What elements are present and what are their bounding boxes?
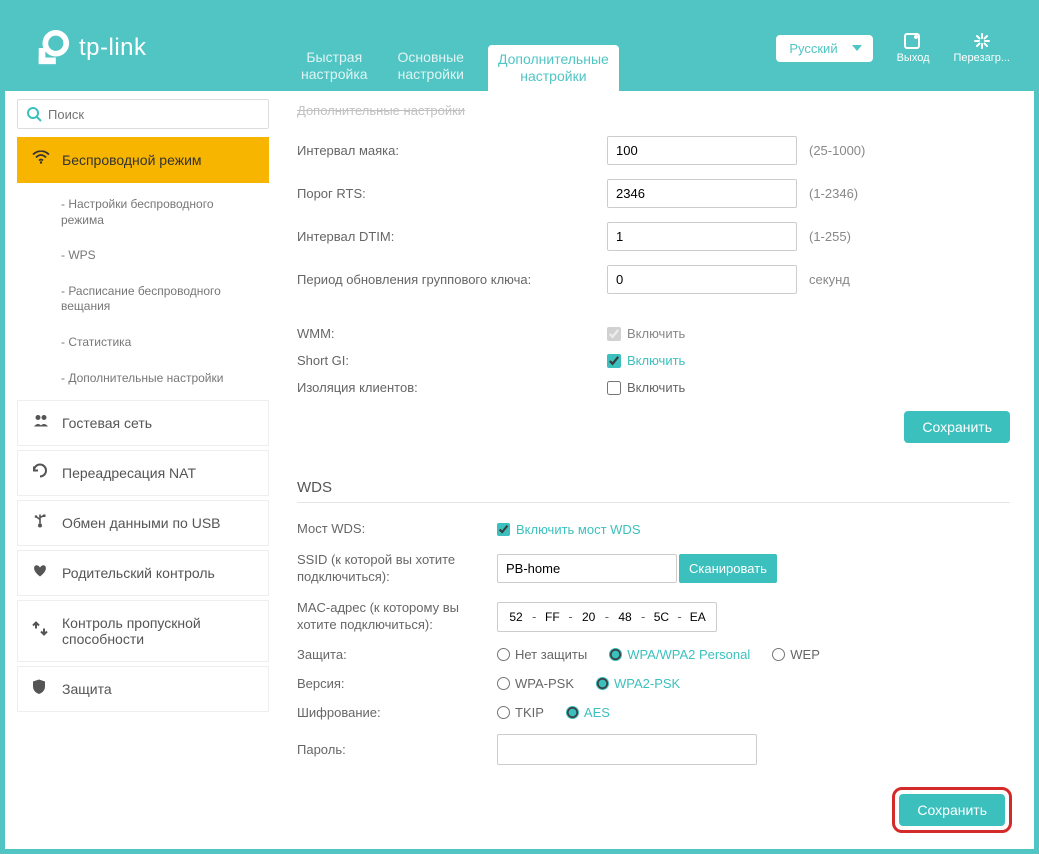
encryption-aes-radio[interactable]: AES <box>566 705 610 720</box>
main-tabs: Быстрая настройка Основные настройки Доп… <box>295 5 619 91</box>
mac-octet-4[interactable] <box>647 605 675 629</box>
brand-text: tp-link <box>79 34 147 62</box>
reboot-icon <box>972 32 992 50</box>
isolation-label: Изоляция клиентов: <box>297 380 607 395</box>
ssid-label: SSID (к которой вы хотите подключиться): <box>297 552 497 586</box>
ssid-input[interactable] <box>497 554 677 583</box>
dtim-label: Интервал DTIM: <box>297 229 607 244</box>
dtim-hint: (1-255) <box>809 229 851 244</box>
guest-icon <box>32 414 50 433</box>
tplink-logo-icon <box>33 29 71 67</box>
save-button-highlight: Сохранить <box>892 787 1012 833</box>
mac-octet-0[interactable] <box>502 605 530 629</box>
dtim-input[interactable] <box>607 222 797 251</box>
security-label: Защита: <box>297 647 497 662</box>
section-heading: Дополнительные настройки <box>297 103 1010 118</box>
logout-button[interactable]: Выход <box>897 32 930 64</box>
scan-button[interactable]: Сканировать <box>679 554 777 583</box>
encryption-tkip-radio[interactable]: TKIP <box>497 705 544 720</box>
brand-logo: tp-link <box>5 29 265 67</box>
wifi-icon <box>32 151 50 170</box>
rts-hint: (1-2346) <box>809 186 858 201</box>
tab-advanced[interactable]: Дополнительные настройки <box>488 45 619 91</box>
mac-octet-5[interactable] <box>684 605 712 629</box>
groupkey-hint: секунд <box>809 272 850 287</box>
password-input[interactable] <box>497 734 757 765</box>
sidebar-item-label: Обмен данными по USB <box>62 515 221 531</box>
reboot-button[interactable]: Перезагр... <box>954 32 1010 64</box>
sidebar-item-label: Родительский контроль <box>62 565 215 581</box>
save-button-2[interactable]: Сохранить <box>899 794 1005 826</box>
mac-label: MAC-адрес (к которому вы хотите подключи… <box>297 600 497 634</box>
mac-octet-2[interactable] <box>575 605 603 629</box>
version-wpapsk-radio[interactable]: WPA-PSK <box>497 676 574 691</box>
beacon-hint: (25-1000) <box>809 143 865 158</box>
rts-input[interactable] <box>607 179 797 208</box>
encryption-label: Шифрование: <box>297 705 497 720</box>
wds-section-title: WDS <box>297 467 1010 503</box>
sidebar-item-parental[interactable]: Родительский контроль <box>17 550 269 596</box>
sidebar-item-label: Контроль пропускной способности <box>62 615 201 647</box>
sidebar-item-guest[interactable]: Гостевая сеть <box>17 400 269 446</box>
tab-quick-setup[interactable]: Быстрая настройка <box>295 49 374 91</box>
beacon-label: Интервал маяка: <box>297 143 607 158</box>
groupkey-input[interactable] <box>607 265 797 294</box>
isolation-checkbox[interactable]: Включить <box>607 380 685 395</box>
sidebar-sub-statistics[interactable]: - Статистика <box>17 325 269 361</box>
sidebar-sub-schedule[interactable]: - Расписание беспроводного вещания <box>17 274 269 325</box>
sidebar-sub-wireless-settings[interactable]: - Настройки беспроводного режима <box>17 187 269 238</box>
version-wpa2psk-radio[interactable]: WPA2-PSK <box>596 676 680 691</box>
nat-icon <box>32 463 48 484</box>
sidebar-sub-wps[interactable]: - WPS <box>17 238 269 274</box>
security-wep-radio[interactable]: WEP <box>772 647 820 662</box>
search-box[interactable] <box>17 99 269 129</box>
bandwidth-icon <box>32 621 48 642</box>
wds-bridge-label: Мост WDS: <box>297 521 497 538</box>
save-button-1[interactable]: Сохранить <box>904 411 1010 443</box>
tab-basic[interactable]: Основные настройки <box>392 49 470 91</box>
sidebar-item-label: Гостевая сеть <box>62 415 152 431</box>
shortgi-label: Short GI: <box>297 353 607 368</box>
wds-bridge-checkbox[interactable]: Включить мост WDS <box>497 522 641 537</box>
rts-label: Порог RTS: <box>297 186 607 201</box>
security-wpa-radio[interactable]: WPA/WPA2 Personal <box>609 647 750 662</box>
sidebar-item-nat[interactable]: Переадресация NAT <box>17 450 269 496</box>
sidebar-item-security[interactable]: Защита <box>17 666 269 712</box>
sidebar-item-bandwidth[interactable]: Контроль пропускной способности <box>17 600 269 662</box>
sidebar-sub-advanced[interactable]: - Дополнительные настройки <box>17 361 269 397</box>
wmm-checkbox[interactable]: Включить <box>607 326 685 341</box>
password-label: Пароль: <box>297 742 497 759</box>
groupkey-label: Период обновления группового ключа: <box>297 272 607 287</box>
mac-octet-3[interactable] <box>611 605 639 629</box>
wmm-label: WMM: <box>297 326 607 341</box>
logout-icon <box>903 32 923 50</box>
sidebar: Беспроводной режим - Настройки беспровод… <box>5 91 273 849</box>
search-icon <box>26 106 42 122</box>
sidebar-item-label: Переадресация NAT <box>62 465 196 481</box>
shield-icon <box>32 679 46 700</box>
sidebar-item-usb[interactable]: Обмен данными по USB <box>17 500 269 546</box>
usb-icon <box>32 513 48 534</box>
mac-octet-1[interactable] <box>538 605 566 629</box>
sidebar-item-label: Беспроводной режим <box>62 152 202 168</box>
top-bar: tp-link Быстрая настройка Основные настр… <box>5 5 1034 91</box>
security-none-radio[interactable]: Нет защиты <box>497 647 587 662</box>
mac-input-group[interactable]: - - - - - <box>497 602 717 632</box>
beacon-input[interactable] <box>607 136 797 165</box>
sidebar-item-wireless[interactable]: Беспроводной режим <box>17 137 269 183</box>
shortgi-checkbox[interactable]: Включить <box>607 353 685 368</box>
version-label: Версия: <box>297 676 497 691</box>
language-select[interactable]: Русский <box>776 35 872 62</box>
sidebar-item-label: Защита <box>62 681 112 697</box>
main-content: Дополнительные настройки Интервал маяка:… <box>273 91 1034 849</box>
search-input[interactable] <box>48 107 260 122</box>
heart-icon <box>32 564 48 583</box>
